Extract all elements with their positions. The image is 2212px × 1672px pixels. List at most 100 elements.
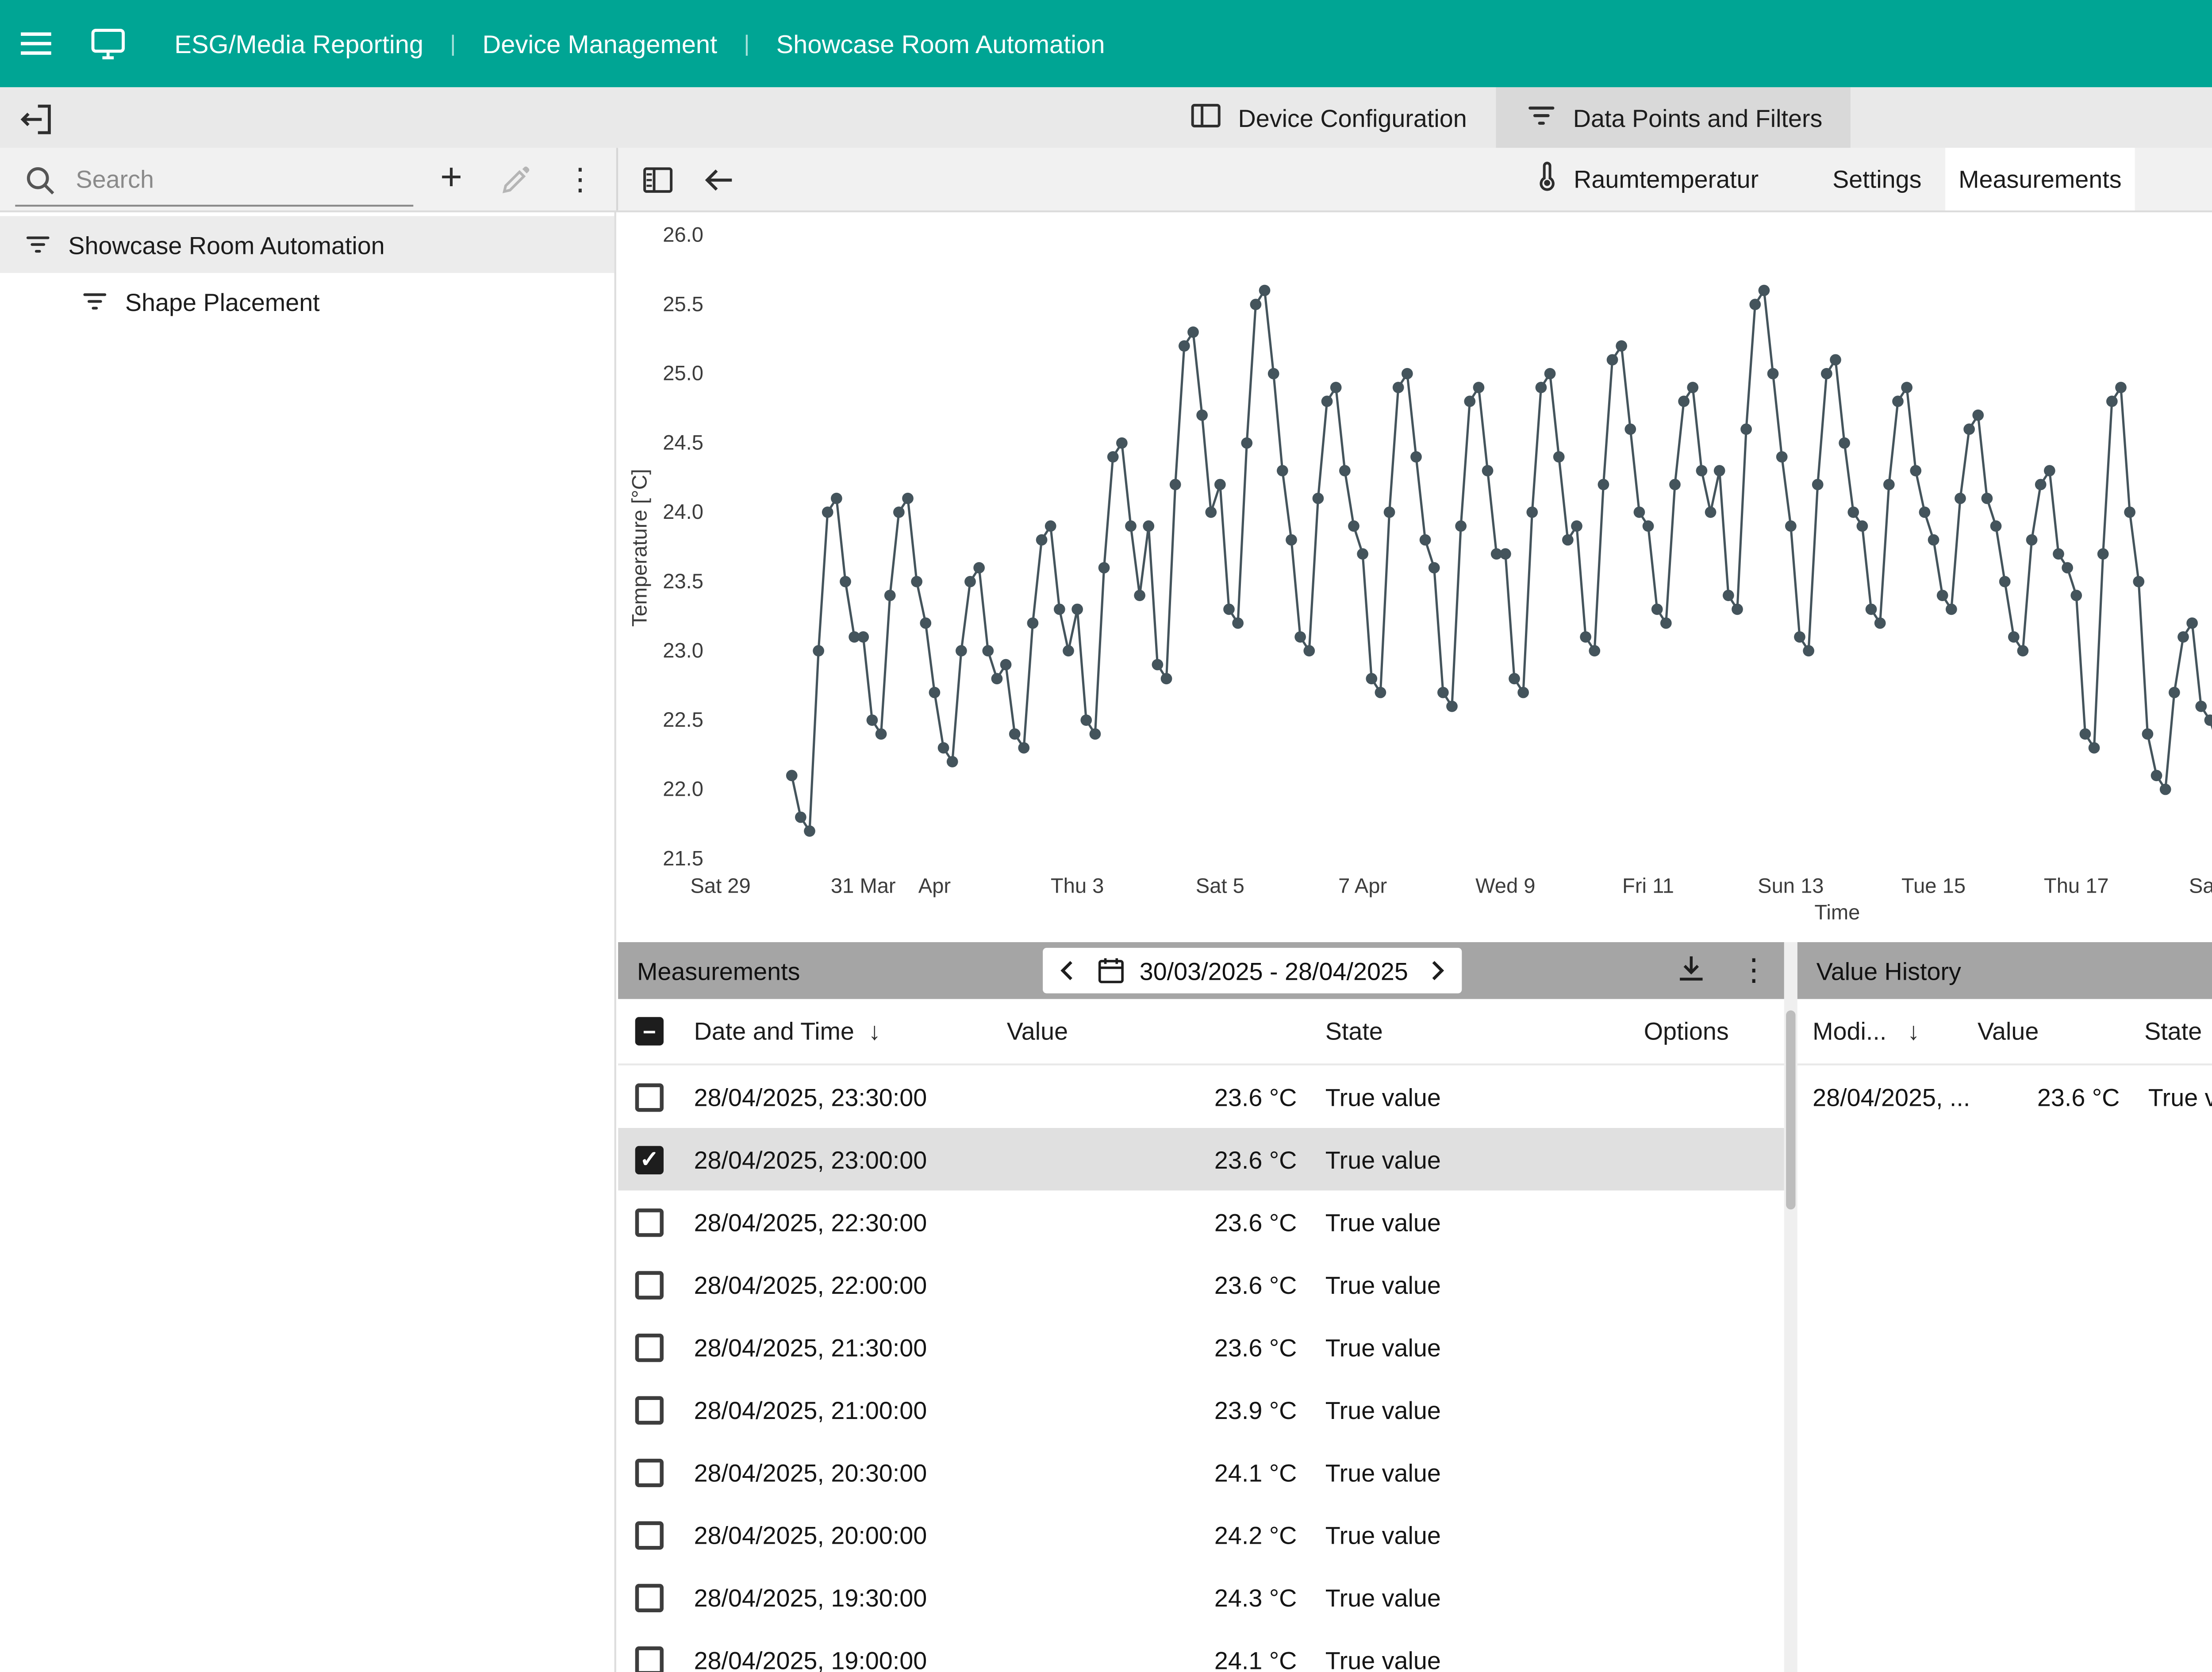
measurements-panel: Measurements 30/03/2025 - 28/04/2025 [618,942,1784,1672]
temperature-chart[interactable]: 26.025.525.024.524.023.523.022.522.021.5… [618,212,2212,942]
column-options[interactable]: Options [1644,1017,1729,1045]
row-checkbox[interactable] [635,1645,664,1672]
tab-device-configuration[interactable]: Device Configuration [1160,87,1495,148]
cell-datetime: 28/04/2025, 22:00:00 [694,1270,927,1298]
cell-state: True value [1325,1583,1441,1611]
column-date-and-time[interactable]: Date and Time [694,1017,854,1045]
measurements-kebab-menu[interactable]: ⋮ [1739,951,1769,989]
cell-value: 23.6 °C [1007,1208,1297,1236]
row-checkbox[interactable]: ✓ [635,1145,664,1173]
sidebar-item[interactable]: Shape Placement [0,273,614,330]
row-checkbox[interactable] [635,1458,664,1486]
breadcrumb-item[interactable]: Showcase Room Automation [776,29,1105,58]
column-value[interactable]: Value [1978,1017,2039,1045]
measurement-row[interactable]: 28/04/2025, 19:00:0024.1 °CTrue value [618,1628,1784,1672]
row-checkbox[interactable] [635,1270,664,1298]
measurement-row[interactable]: ✓28/04/2025, 23:00:0023.6 °CTrue value [618,1128,1784,1190]
measurements-table-header: − Date and Time ↓ Value State Options [618,999,1784,1066]
sort-desc-icon[interactable]: ↓ [868,1017,881,1045]
download-icon[interactable] [1674,951,1708,990]
panel-layout-icon[interactable] [628,148,688,210]
cell-state: True value [1325,1645,1441,1672]
row-checkbox[interactable] [635,1520,664,1549]
row-checkbox[interactable] [635,1208,664,1236]
filter-icon [23,230,53,260]
tab-data-points-and-filters[interactable]: Data Points and Filters [1495,87,1851,148]
measurement-row[interactable]: 28/04/2025, 19:30:0024.3 °CTrue value [618,1566,1784,1628]
cell-datetime: 28/04/2025, 22:30:00 [694,1208,927,1236]
row-checkbox[interactable] [635,1082,664,1111]
panel-header-actions: ⋮ [1674,942,1769,999]
row-checkbox[interactable] [635,1583,664,1611]
measurement-row[interactable]: 28/04/2025, 21:30:0023.6 °CTrue value [618,1315,1784,1378]
column-value[interactable]: Value [1007,1017,1068,1045]
measurement-row[interactable]: 28/04/2025, 20:00:0024.2 °CTrue value [618,1503,1784,1566]
tab-label: Device Configuration [1238,104,1467,132]
measurement-row[interactable]: 28/04/2025, 21:00:0023.9 °CTrue value [618,1378,1784,1441]
workspace-monitor-icon[interactable] [72,0,144,87]
breadcrumb: ESG/Media Reporting|Device Management|Sh… [174,29,1105,58]
temperature-chart-svg: 26.025.525.024.524.023.523.022.522.021.5… [618,212,2212,942]
measurement-row[interactable]: 28/04/2025, 23:30:0023.6 °CTrue value [618,1066,1784,1128]
svg-text:24.0: 24.0 [663,500,703,523]
cell-value: 24.2 °C [1007,1520,1297,1549]
value-history-rows: 28/04/2025, ...23.6 °CTrue valueDeviceOr… [1797,1066,2212,1672]
svg-text:Sat 5: Sat 5 [1196,874,1244,897]
cell-datetime: 28/04/2025, 23:30:00 [694,1082,927,1111]
cell-state: True value [1325,1270,1441,1298]
cell-datetime: 28/04/2025, 23:00:00 [694,1145,927,1173]
cell-value: 24.1 °C [1007,1645,1297,1672]
device-configuration-icon [1189,98,1223,138]
row-checkbox[interactable] [635,1395,664,1423]
svg-text:22.5: 22.5 [663,708,703,731]
cell-state: True value [1325,1145,1441,1173]
measurement-row[interactable]: 28/04/2025, 22:30:00 23.6 °C True value [618,1190,1784,1253]
svg-text:Sat 19: Sat 19 [2189,874,2212,897]
cell-state: True value [1325,1208,1441,1236]
column-state[interactable]: State [2144,1017,2202,1045]
svg-text:Sun 13: Sun 13 [1758,874,1824,897]
cell-state: True value [1325,1395,1441,1423]
panel-title: Value History [1816,956,1961,985]
svg-text:7 Apr: 7 Apr [1338,874,1387,897]
column-modified[interactable]: Modi... [1813,1017,1886,1045]
date-range-next-chevron[interactable] [1421,948,1452,993]
cell-state: True value [1325,1458,1441,1486]
svg-text:Fri 11: Fri 11 [1622,874,1674,897]
svg-text:Time: Time [1814,901,1860,924]
collapse-back-arrow-icon[interactable] [688,148,749,210]
breadcrumb-item[interactable]: ESG/Media Reporting [174,29,423,58]
date-range-prev-chevron[interactable] [1052,948,1083,993]
cell-value: 23.9 °C [1007,1395,1297,1423]
row-checkbox[interactable] [635,1333,664,1361]
breadcrumb-item[interactable]: Device Management [483,29,718,58]
toolbar-divider [616,148,618,210]
panel-title: Measurements [637,956,800,985]
add-button[interactable]: + [421,148,481,210]
svg-text:23.5: 23.5 [663,569,703,593]
tab-settings[interactable]: Settings [1797,148,1957,210]
svg-text:Sat 29: Sat 29 [690,874,750,897]
tab-measurements[interactable]: Measurements [1945,148,2135,210]
svg-text:Thu 17: Thu 17 [2044,874,2109,897]
sort-desc-icon[interactable]: ↓ [1907,1017,1920,1045]
calendar-icon [1096,955,1126,986]
breadcrumb-separator: | [744,31,749,57]
measurement-row[interactable]: 28/04/2025, 22:00:0023.6 °CTrue value [618,1253,1784,1315]
sidebar-item[interactable]: Showcase Room Automation [0,216,614,273]
filter-icon [80,286,110,317]
toolbar-kebab-menu[interactable]: ⋮ [550,148,611,210]
scrollbar-thumb[interactable] [1786,1010,1795,1209]
search-box [15,153,413,207]
svg-text:Tue 15: Tue 15 [1901,874,1966,897]
cell-modified: 28/04/2025, ... [1813,1082,1970,1111]
measurement-row[interactable]: 28/04/2025, 20:30:0024.1 °CTrue value [618,1441,1784,1503]
date-range-value[interactable]: 30/03/2025 - 28/04/2025 [1140,956,1408,985]
select-all-checkbox[interactable]: − [635,1017,664,1045]
search-input[interactable] [72,163,392,196]
exit-view-icon[interactable] [12,95,61,144]
column-state[interactable]: State [1325,1017,1383,1045]
measurements-scrollbar[interactable] [1784,942,1797,1672]
value-history-row[interactable]: 28/04/2025, ...23.6 °CTrue valueDeviceOr… [1797,1066,2212,1128]
hamburger-menu-button[interactable] [0,0,72,87]
